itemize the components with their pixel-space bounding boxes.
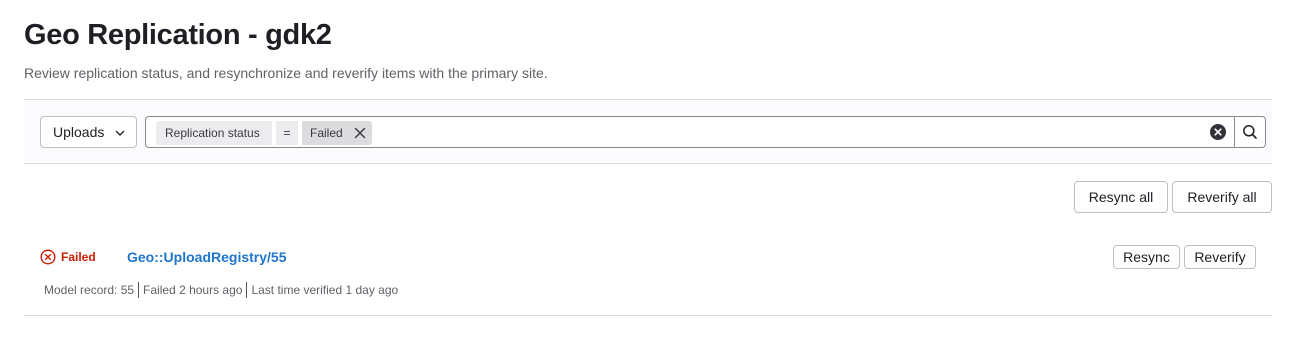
chevron-down-icon (115, 130, 125, 136)
row-divider (24, 315, 1272, 316)
reverify-all-button[interactable]: Reverify all (1172, 181, 1272, 213)
page-title: Geo Replication - gdk2 (24, 19, 332, 51)
page-description: Review replication status, and resynchro… (24, 65, 548, 81)
search-button[interactable] (1234, 116, 1266, 148)
replicable-type-dropdown[interactable]: Uploads (40, 116, 137, 148)
model-record: Model record: 55 (44, 283, 135, 297)
status-badge: Failed (40, 249, 96, 265)
filter-token-name[interactable]: Replication status (156, 121, 272, 145)
verified-time: Last time verified 1 day ago (251, 283, 399, 297)
resync-all-button[interactable]: Resync all (1074, 181, 1168, 213)
item-metadata: Model record: 55 Failed 2 hours ago Last… (44, 281, 398, 299)
registry-item-link[interactable]: Geo::UploadRegistry/55 (127, 247, 286, 267)
resync-button[interactable]: Resync (1113, 245, 1180, 269)
divider (246, 282, 248, 298)
filter-token-operator[interactable]: = (276, 121, 298, 145)
status-failed-icon (40, 249, 56, 265)
status-label: Failed (61, 250, 96, 264)
filter-token-value[interactable]: Failed (302, 121, 372, 145)
filter-token-value-label: Failed (310, 126, 343, 140)
close-icon[interactable] (354, 127, 366, 139)
failed-time: Failed 2 hours ago (143, 283, 243, 297)
divider (138, 282, 140, 298)
filtered-search-box[interactable]: Replication status = Failed (145, 116, 1235, 148)
dropdown-label: Uploads (53, 124, 105, 140)
filter-bar: Uploads Replication status = Failed (24, 99, 1272, 164)
search-icon (1243, 125, 1257, 139)
search-input[interactable] (380, 121, 1184, 145)
clear-icon[interactable] (1210, 124, 1226, 140)
reverify-button[interactable]: Reverify (1184, 245, 1256, 269)
